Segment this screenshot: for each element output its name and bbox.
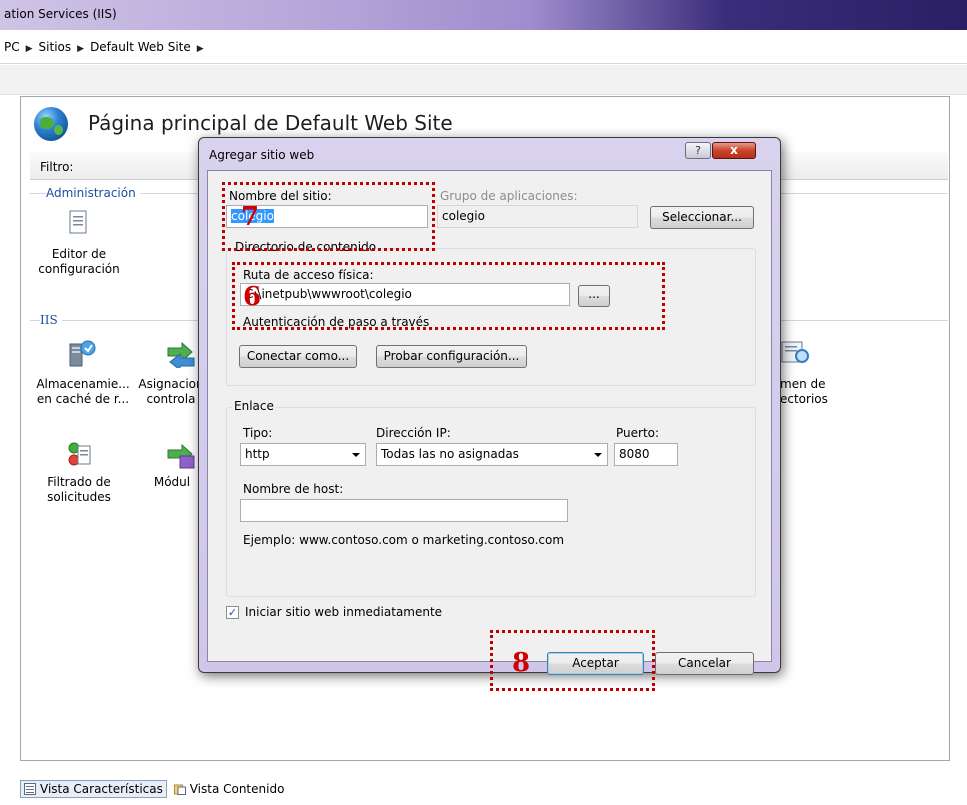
- host-name-input[interactable]: [240, 499, 568, 522]
- modules-icon: [167, 443, 195, 469]
- app-pool-field: colegio: [437, 205, 638, 228]
- directory-browsing-icon: [781, 341, 809, 363]
- close-button[interactable]: x: [712, 142, 756, 159]
- app-pool-label: Grupo de aplicaciones:: [440, 189, 578, 203]
- globe-icon: [34, 107, 68, 141]
- feature-modules[interactable]: Módul: [146, 475, 198, 490]
- request-filtering-icon: [68, 442, 91, 466]
- toolbar-band: [0, 65, 967, 95]
- breadcrumb-item-pc[interactable]: PC: [4, 40, 20, 54]
- dialog-title: Agregar sitio web: [209, 148, 315, 162]
- example-text: Ejemplo: www.contoso.com o marketing.con…: [243, 533, 565, 547]
- cancel-button[interactable]: Cancelar: [655, 652, 754, 675]
- ip-address-dropdown[interactable]: Todas las no asignadas: [376, 443, 608, 466]
- feature-output-caching[interactable]: Almacenamie... en caché de r...: [36, 377, 130, 407]
- server-cache-icon: [69, 340, 96, 367]
- port-input[interactable]: 8080: [614, 443, 678, 466]
- type-label: Tipo:: [243, 426, 273, 440]
- ip-address-label: Dirección IP:: [376, 426, 451, 440]
- start-website-checkbox[interactable]: ✓: [226, 606, 239, 619]
- ip-address-value: Todas las no asignadas: [381, 447, 519, 461]
- port-label: Puerto:: [616, 426, 660, 440]
- chevron-right-icon[interactable]: ▶: [197, 44, 204, 54]
- window-title-bar: ation Services (IIS): [0, 0, 967, 30]
- chevron-down-icon: [594, 453, 602, 457]
- chevron-down-icon: [352, 453, 360, 457]
- annotation-number-7: 7: [241, 202, 260, 232]
- annotation-number-8: 8: [512, 648, 531, 678]
- group-header-iis: IIS: [40, 313, 62, 327]
- window-title: ation Services (IIS): [4, 7, 117, 21]
- view-tabs: Vista Características Vista Contenido: [20, 780, 287, 800]
- features-view-icon: [24, 783, 36, 795]
- handler-mappings-icon: [167, 341, 195, 368]
- breadcrumb-item-default-web-site[interactable]: Default Web Site: [90, 40, 191, 54]
- tab-features-view[interactable]: Vista Características: [20, 780, 167, 798]
- breadcrumb-item-sites[interactable]: Sitios: [39, 40, 72, 54]
- annotation-number-6: 6: [243, 282, 262, 312]
- tab-content-view[interactable]: Vista Contenido: [171, 781, 288, 797]
- document-icon: [69, 210, 87, 234]
- content-view-icon: [173, 784, 186, 795]
- test-settings-button[interactable]: Probar configuración...: [376, 345, 527, 368]
- feature-directory-browsing[interactable]: men de ectorios: [780, 377, 840, 407]
- type-dropdown[interactable]: http: [240, 443, 366, 466]
- feature-handler-mappings[interactable]: Asignacion controla: [136, 377, 206, 407]
- host-name-label: Nombre de host:: [243, 482, 344, 496]
- filter-label: Filtro:: [40, 160, 74, 174]
- feature-config-editor[interactable]: Editor de configuración: [36, 247, 122, 277]
- help-button[interactable]: ?: [685, 142, 711, 159]
- group-header-administration: Administración: [46, 186, 140, 200]
- select-app-pool-button[interactable]: Seleccionar...: [650, 206, 754, 229]
- chevron-right-icon[interactable]: ▶: [77, 44, 84, 54]
- page-title: Página principal de Default Web Site: [88, 111, 453, 135]
- tab-features-label: Vista Características: [40, 782, 163, 796]
- binding-label: Enlace: [232, 399, 276, 413]
- tab-content-label: Vista Contenido: [189, 782, 285, 796]
- connect-as-button[interactable]: Conectar como...: [239, 345, 357, 368]
- breadcrumb: PC ▶ Sitios ▶ Default Web Site ▶: [4, 40, 210, 54]
- type-value: http: [245, 447, 270, 461]
- start-website-label: Iniciar sitio web inmediatamente: [245, 605, 443, 619]
- annotation-box-6: [232, 262, 665, 330]
- feature-request-filtering[interactable]: Filtrado de solicitudes: [36, 475, 122, 505]
- chevron-right-icon[interactable]: ▶: [26, 44, 33, 54]
